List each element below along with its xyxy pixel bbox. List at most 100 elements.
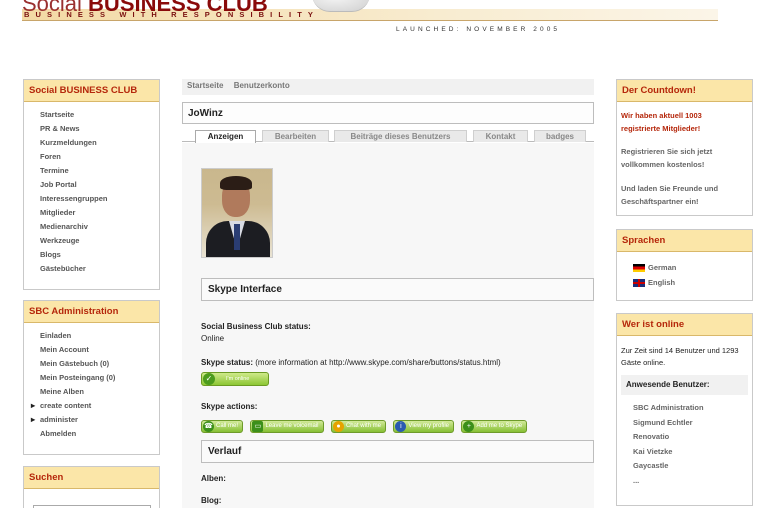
add-to-skype-label: Add me to Skype [476,423,523,429]
register-line2[interactable]: vollkommen kostenlos! [621,159,748,172]
skype-online-text: I'm online [226,376,250,382]
admin-menu-title: SBC Administration [24,301,159,323]
sbc-status-value: Online [201,334,225,343]
launch-date: LAUNCHED: NOVEMBER 2005 [396,26,561,33]
countdown-title: Der Countdown! [617,80,752,102]
countdown-box: Der Countdown! Wir haben aktuell 1003 re… [616,79,753,216]
language-german[interactable]: German [633,260,752,275]
call-me-button[interactable]: ☎ Call me! [201,420,244,433]
voicemail-icon: ▭ [252,421,264,432]
profile-content: Skype Interface Social Business Club sta… [182,143,594,508]
albums-label: Alben: [201,474,226,483]
nav-item-startseite[interactable]: Startseite [40,108,159,122]
chat-button[interactable]: ● Chat with me [330,420,386,433]
nav-item-werkzeuge[interactable]: Werkzeuge [40,234,159,248]
site-header: Social BUSINESS CLUB BUSINESS WITH RESPO… [0,0,762,44]
german-flag-icon [633,264,645,273]
skype-actions-label: Skype actions: [201,402,258,411]
breadcrumb-home[interactable]: Startseite [187,81,223,90]
nav-item-termine[interactable]: Termine [40,164,159,178]
skype-status-note: (more information at http://www.skype.co… [255,358,501,367]
uk-flag-icon [633,279,645,288]
online-user[interactable]: SBC Administration [633,401,752,416]
languages-box: Sprachen German English [616,229,753,301]
main-menu-list: Startseite PR & News Kurzmeldungen Foren… [24,102,159,280]
voicemail-button[interactable]: ▭ Leave me voicemail [250,420,324,433]
language-german-label: German [648,263,677,272]
add-icon: + [463,421,475,432]
skype-section-header: Skype Interface [201,278,594,301]
admin-menu-box: SBC Administration Einladen Mein Account… [23,300,160,455]
breadcrumb-account[interactable]: Benutzerkonto [234,81,290,90]
main-menu-title: Social BUSINESS CLUB [24,80,159,102]
admin-item-albums[interactable]: Meine Alben [40,385,159,399]
sbc-status-label: Social Business Club status: [201,322,311,331]
tab-badges[interactable]: badges [534,130,586,142]
chat-label: Chat with me [345,423,381,429]
online-user[interactable]: Gaycastle [633,459,752,474]
nav-item-pr-news[interactable]: PR & News [40,122,159,136]
voicemail-label: Leave me voicemail [265,423,319,429]
language-english-label: English [648,278,676,287]
online-user[interactable]: Sigmund Echtler [633,416,752,431]
language-english[interactable]: English [633,275,752,290]
history-section-header: Verlauf [201,440,594,463]
search-box: Suchen [23,466,160,508]
nav-item-medienarchiv[interactable]: Medienarchiv [40,220,159,234]
info-icon: i [395,421,407,432]
call-me-label: Call me! [216,423,239,429]
nav-item-foren[interactable]: Foren [40,150,159,164]
invite-line1[interactable]: Und laden Sie Freunde und [621,183,748,196]
tab-anzeigen[interactable]: Anzeigen [195,130,256,143]
admin-item-create-content[interactable]: create content [31,399,159,413]
register-line1[interactable]: Registrieren Sie sich jetzt [621,146,748,159]
skype-status-line: Skype status: (more information at http:… [201,358,501,367]
nav-item-gaestebuecher[interactable]: Gästebücher [40,262,159,276]
phone-icon: ☎ [203,421,214,432]
add-to-skype-button[interactable]: + Add me to Skype [461,420,528,433]
nav-item-blogs[interactable]: Blogs [40,248,159,262]
present-users-title: Anwesende Benutzer: [621,375,748,395]
tab-kontakt[interactable]: Kontakt [473,130,528,142]
main-menu-box: Social BUSINESS CLUB Startseite PR & New… [23,79,160,290]
nav-item-mitglieder[interactable]: Mitglieder [40,206,159,220]
member-count-line2: registrierte Mitglieder! [621,123,701,133]
member-count-line1: Wir haben aktuell 1003 [621,111,702,120]
tab-bearbeiten[interactable]: Bearbeiten [262,130,329,142]
languages-title: Sprachen [617,230,752,252]
nav-item-job-portal[interactable]: Job Portal [40,178,159,192]
search-box-title: Suchen [24,467,159,489]
skype-status-label: Skype status: [201,358,254,367]
tab-beitraege[interactable]: Beiträge dieses Benutzers [334,130,467,142]
view-profile-label: View my profile [408,423,449,429]
online-user[interactable]: Kai Vietzke [633,445,752,460]
check-icon: ✓ [203,373,215,385]
nav-item-kurzmeldungen[interactable]: Kurzmeldungen [40,136,159,150]
invite-line2[interactable]: Geschäftspartner ein! [621,196,748,209]
admin-menu-list: Einladen Mein Account Mein Gästebuch (0)… [24,323,159,445]
nav-item-interessengruppen[interactable]: Interessengruppen [40,192,159,206]
admin-item-inbox[interactable]: Mein Posteingang (0) [40,371,159,385]
online-summary-line2: Gäste online. [621,358,666,367]
admin-item-logout[interactable]: Abmelden [40,427,159,441]
who-online-box: Wer ist online Zur Zeit sind 14 Benutzer… [616,313,753,506]
skype-actions: ☎ Call me! ▭ Leave me voicemail ● Chat with… [201,414,530,433]
skype-online-badge: ✓ I'm online [201,372,269,386]
online-user[interactable]: Renovatio [633,430,752,445]
chat-icon: ● [332,421,344,432]
page-title: JoWinz [182,102,594,124]
who-online-title: Wer ist online [617,314,752,336]
online-user-more: ... [633,475,640,485]
online-summary-line1: Zur Zeit sind 14 Benutzer und 1293 [621,346,739,355]
admin-item-guestbook[interactable]: Mein Gästebuch (0) [40,357,159,371]
blog-label: Blog: [201,496,222,505]
admin-item-administer[interactable]: administer [31,413,159,427]
user-photo [201,168,273,258]
view-profile-button[interactable]: i View my profile [393,420,454,433]
profile-tabs: Anzeigen Bearbeiten Beiträge dieses Benu… [182,128,594,143]
online-user-list: SBC Administration Sigmund Echtler Renov… [617,401,752,488]
admin-item-account[interactable]: Mein Account [40,343,159,357]
site-tagline: BUSINESS WITH RESPONSIBILITY [24,10,319,19]
admin-item-einladen[interactable]: Einladen [40,329,159,343]
breadcrumb: Startseite Benutzerkonto [182,79,594,95]
